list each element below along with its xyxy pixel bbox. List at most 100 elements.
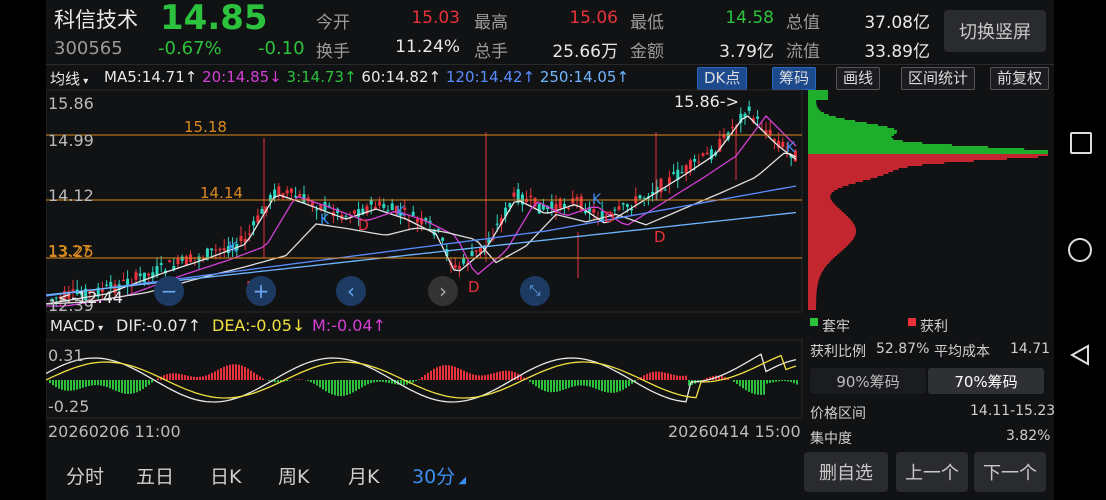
profit-ratio-value: 52.87% [876,341,930,357]
y-axis-label: 14.99 [48,131,94,150]
price-range-label: 价格区间 [810,406,866,422]
candle-body [222,248,226,251]
chip-bar [808,106,818,108]
high-annotation: 15.86-> [674,92,739,111]
chip-bar [808,210,842,212]
chip-bar [808,290,817,292]
chip-bar [808,308,817,310]
chip-bar [808,232,856,234]
tab-30min[interactable]: 30分 ◢ [412,462,466,489]
candle-body [247,233,251,235]
chip-bar [808,250,842,252]
chip-bar [808,122,867,124]
tab-month-k[interactable]: 月K [348,462,379,489]
chip-bar [808,138,894,140]
chip-bar [808,222,854,224]
chip-bar [808,108,819,110]
chip-bar [808,282,818,284]
candle-body [214,249,218,251]
chip-70-button[interactable]: 70%筹码 [928,368,1044,394]
candle-body [470,251,474,257]
candle-body [621,203,625,205]
chip-bar [808,214,847,216]
tab-five-day[interactable]: 五日 [136,462,174,489]
tab-fenshi[interactable]: 分时 [66,462,104,489]
chip-bar [808,142,923,144]
k-mark: K [228,240,238,256]
home-icon[interactable] [1068,238,1092,262]
chip-bar [808,208,840,210]
candle-body [352,210,356,214]
chip-bar [808,292,817,294]
macd-selector[interactable]: MACD ▾ [50,317,103,335]
y-axis-label: 15.86 [48,94,94,113]
chip-bar [808,154,1048,156]
chip-bar [808,218,851,220]
candle-body [197,256,201,261]
chip-bar [808,158,1007,160]
chip-bar [808,198,831,200]
macd-m: M:-0.04↑ [312,316,386,335]
candle-body [105,284,109,286]
chip-bar [808,136,892,138]
candle-body [625,204,629,207]
tab-week-k[interactable]: 周K [278,462,309,489]
chip-bar [808,190,835,192]
chip-bar [808,228,856,230]
macd-y-bottom: -0.25 [48,397,90,416]
chip-bar [808,302,817,304]
candle-body [747,106,751,112]
chip-bar [808,94,828,96]
chip-bar [808,202,834,204]
recents-icon[interactable] [1070,132,1092,154]
chip-bar [808,114,829,116]
chip-distribution-chart [808,90,1048,310]
k-mark: K [396,204,406,220]
candle-body [537,203,541,214]
candle-body [663,189,667,191]
candle-body [571,198,575,204]
zoom-in-icon[interactable]: + [246,276,276,306]
candle-body [474,250,478,252]
y-axis-label: 14.12 [48,186,94,205]
candle-body [109,281,113,288]
chip-bar [808,168,899,170]
chip-bar [808,262,829,264]
chip-bar [808,166,908,168]
zoom-out-icon[interactable]: − [154,276,184,306]
previous-button[interactable]: 上一个 [896,452,968,492]
level-label-15-18: 15.18 [184,118,227,136]
back-icon[interactable] [1070,344,1090,366]
tab-day-k[interactable]: 日K [210,462,241,489]
collapse-icon[interactable]: ⤡ [520,276,550,306]
candle-body [298,194,302,197]
candle-body [441,237,445,241]
chip-90-button[interactable]: 90%筹码 [810,368,926,394]
chip-bar [808,130,898,132]
candle-body [684,165,688,174]
chip-bar [808,180,863,182]
candle-body [781,141,785,147]
remove-favorite-button[interactable]: 删自选 [804,452,888,492]
candle-body [159,263,163,265]
candle-body [529,195,533,198]
chip-bar [808,156,1038,158]
chip-bar [808,268,825,270]
next-button[interactable]: 下一个 [974,452,1046,492]
candle-body [672,172,676,174]
candle-body [436,228,440,230]
chip-bar [808,204,836,206]
candle-body [680,172,684,174]
candle-body [168,260,172,263]
scroll-right-icon[interactable]: › [428,276,458,306]
chip-bar [808,128,895,130]
chip-bar [808,102,817,104]
candle-body [457,266,461,269]
legend-trapped-swatch [810,318,818,326]
chip-bar [808,248,844,250]
candle-body [218,248,222,251]
candle-body [315,209,319,211]
scroll-left-icon[interactable]: ‹ [336,276,366,306]
price-range-value: 14.11-15.23 [970,403,1054,419]
macd-dea: DEA:-0.05↓ [212,316,306,335]
